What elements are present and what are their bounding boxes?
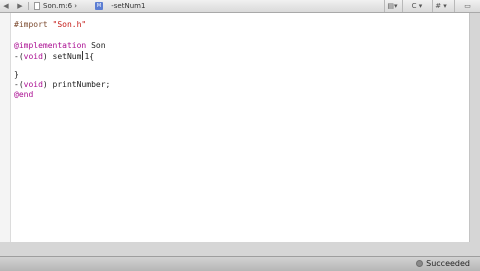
symbol-breadcrumb[interactable]: M -setNum1 [95, 0, 145, 12]
code-line-4[interactable]: -(void) setNum 1{ [14, 51, 94, 61]
code-token: -( [14, 52, 24, 61]
import-string: "Son.h" [52, 20, 87, 29]
split-editor-button[interactable]: ▭ [454, 0, 480, 12]
chevron-left-icon[interactable]: ◀ [0, 0, 12, 12]
keyword-token: void [23, 80, 43, 89]
file-breadcrumb[interactable]: Son.m:6 › [34, 0, 77, 12]
code-line-7[interactable]: -(void) printNumber; [14, 80, 110, 90]
symbol-label: -setNum1 [111, 2, 146, 10]
file-label: Son.m:6 [43, 2, 73, 10]
related-files-button[interactable]: ▤▾ [384, 0, 400, 12]
import-directive: #import [14, 20, 53, 29]
chevron-right-icon[interactable]: ▶ [14, 0, 26, 12]
code-line-8[interactable]: @end [14, 90, 33, 100]
code-token: ) printNumber; [42, 80, 111, 89]
end-directive: @end [14, 90, 34, 99]
code-token: ) setNum [42, 52, 82, 61]
build-status[interactable]: Succeeded [416, 257, 470, 271]
editor-gutter [0, 13, 11, 242]
code-editor[interactable]: #import "Son.h" @implementation Son -(vo… [0, 13, 470, 242]
status-bar: Succeeded [0, 256, 480, 271]
class-name: Son [86, 41, 106, 50]
file-icon [34, 2, 40, 10]
status-label: Succeeded [426, 259, 470, 268]
implementation-directive: @implementation [14, 41, 87, 50]
chevron-icon: › [74, 2, 78, 10]
status-dot-icon [416, 260, 424, 267]
counterparts-button[interactable]: C ▾ [402, 0, 431, 12]
code-line-3[interactable]: @implementation Son [14, 41, 106, 51]
jump-bar: ◀ ▶ Son.m:6 › M -setNum1 ▤▾ C ▾ # ▾ ▭ [0, 0, 480, 13]
code-line-1[interactable]: #import "Son.h" [14, 20, 86, 30]
includes-button[interactable]: # ▾ [432, 0, 449, 12]
code-line-6[interactable]: } [14, 70, 19, 80]
code-token: -( [14, 80, 24, 89]
method-icon: M [95, 2, 103, 10]
keyword-token: void [23, 52, 43, 61]
code-token: 1{ [84, 52, 95, 61]
